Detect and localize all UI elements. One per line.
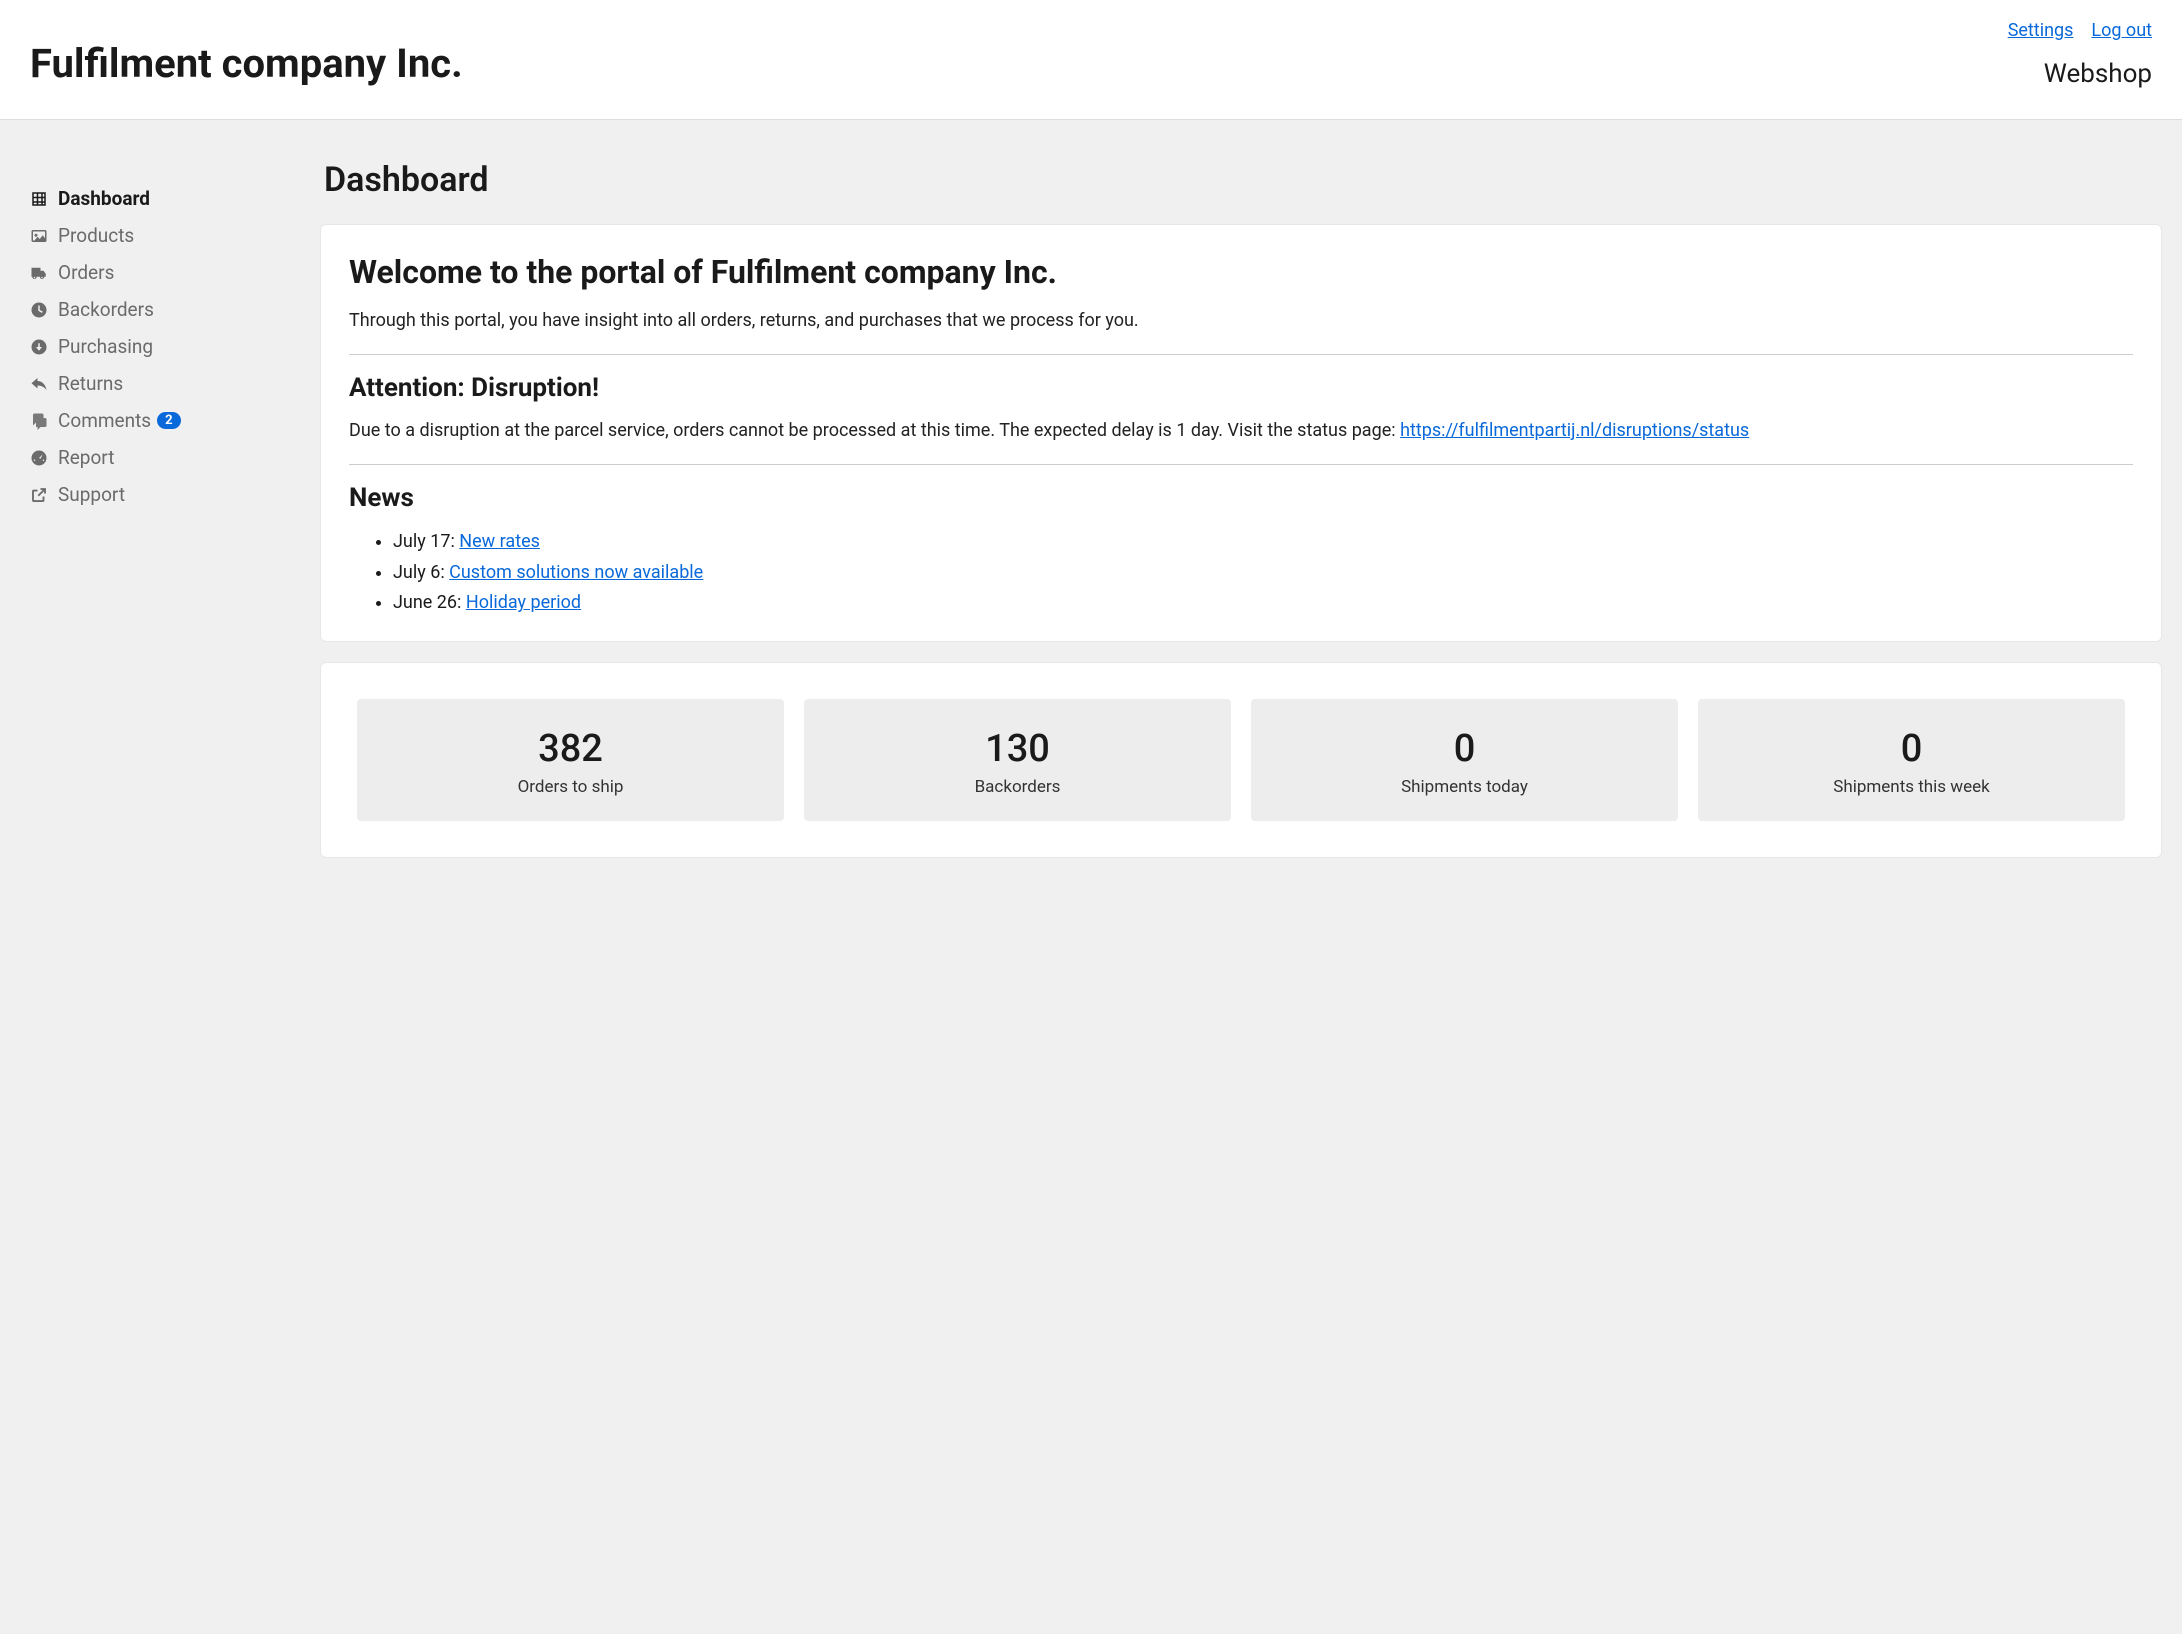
- news-heading: News: [349, 483, 2133, 513]
- sidebar-item-support[interactable]: Support: [28, 476, 300, 513]
- sidebar-item-backorders[interactable]: Backorders: [28, 291, 300, 328]
- external-link-icon: [28, 484, 50, 506]
- header-right: Settings Log out Webshop: [1994, 20, 2152, 89]
- sidebar-item-products[interactable]: Products: [28, 217, 300, 254]
- news-date: July 17: [393, 531, 450, 552]
- news-link[interactable]: Custom solutions now available: [449, 562, 703, 583]
- sidebar-item-returns[interactable]: Returns: [28, 365, 300, 402]
- stat-shipments-week[interactable]: 0 Shipments this week: [1698, 699, 2125, 821]
- comments-icon: [28, 410, 50, 432]
- truck-icon: [28, 262, 50, 284]
- sidebar-item-label: Returns: [58, 372, 123, 395]
- stat-label: Shipments today: [1261, 777, 1668, 797]
- logout-link[interactable]: Log out: [2091, 20, 2152, 41]
- sidebar-item-label: Products: [58, 224, 134, 247]
- sidebar-item-dashboard[interactable]: Dashboard: [28, 180, 300, 217]
- sidebar-item-label: Report: [58, 446, 114, 469]
- header-links: Settings Log out: [1994, 20, 2152, 41]
- stats-card: 382 Orders to ship 130 Backorders 0 Ship…: [320, 662, 2162, 858]
- sidebar-item-report[interactable]: Report: [28, 439, 300, 476]
- sidebar-item-label: Comments: [58, 409, 151, 432]
- grid-icon: [28, 188, 50, 210]
- sidebar-item-label: Purchasing: [58, 335, 153, 358]
- settings-link[interactable]: Settings: [2008, 20, 2074, 41]
- stat-shipments-today[interactable]: 0 Shipments today: [1251, 699, 1678, 821]
- news-link[interactable]: Holiday period: [466, 592, 581, 613]
- news-date: July 6: [393, 562, 440, 583]
- welcome-heading: Welcome to the portal of Fulfilment comp…: [349, 253, 2133, 291]
- sidebar-item-label: Backorders: [58, 298, 154, 321]
- sidebar-item-orders[interactable]: Orders: [28, 254, 300, 291]
- company-title: Fulfilment company Inc.: [30, 40, 463, 87]
- main-content: Dashboard Welcome to the portal of Fulfi…: [300, 120, 2182, 1624]
- reply-icon: [28, 373, 50, 395]
- gauge-icon: [28, 447, 50, 469]
- news-list: July 17: New rates July 6: Custom soluti…: [349, 527, 2133, 619]
- sidebar-item-label: Dashboard: [58, 187, 150, 210]
- stat-value: 130: [814, 727, 1221, 771]
- image-icon: [28, 225, 50, 247]
- sidebar: Dashboard Products Orders Backorders Pur: [0, 120, 300, 1624]
- alert-status-link[interactable]: https://fulfilmentpartij.nl/disruptions/…: [1400, 420, 1749, 441]
- comments-badge: 2: [157, 412, 180, 429]
- alert-body: Due to a disruption at the parcel servic…: [349, 417, 2133, 444]
- stat-value: 0: [1708, 727, 2115, 771]
- news-link[interactable]: New rates: [459, 531, 540, 552]
- header-left: Fulfilment company Inc.: [30, 20, 463, 87]
- alert-body-text: Due to a disruption at the parcel servic…: [349, 420, 1400, 441]
- welcome-body: Through this portal, you have insight in…: [349, 307, 2133, 334]
- news-date: June 26: [393, 592, 457, 613]
- page-title: Dashboard: [324, 160, 2162, 200]
- divider: [349, 464, 2133, 465]
- divider: [349, 354, 2133, 355]
- welcome-card: Welcome to the portal of Fulfilment comp…: [320, 224, 2162, 642]
- stat-value: 0: [1261, 727, 1668, 771]
- context-label: Webshop: [1994, 59, 2152, 89]
- sidebar-item-label: Orders: [58, 261, 114, 284]
- stat-label: Orders to ship: [367, 777, 774, 797]
- header: Fulfilment company Inc. Settings Log out…: [0, 0, 2182, 120]
- download-circle-icon: [28, 336, 50, 358]
- stat-value: 382: [367, 727, 774, 771]
- layout: Dashboard Products Orders Backorders Pur: [0, 120, 2182, 1624]
- stat-orders-to-ship[interactable]: 382 Orders to ship: [357, 699, 784, 821]
- sidebar-item-purchasing[interactable]: Purchasing: [28, 328, 300, 365]
- news-item: July 17: New rates: [393, 527, 2133, 558]
- news-item: July 6: Custom solutions now available: [393, 558, 2133, 589]
- stat-label: Shipments this week: [1708, 777, 2115, 797]
- news-item: June 26: Holiday period: [393, 588, 2133, 619]
- sidebar-item-comments[interactable]: Comments 2: [28, 402, 300, 439]
- stat-backorders[interactable]: 130 Backorders: [804, 699, 1231, 821]
- sidebar-item-label: Support: [58, 483, 125, 506]
- clock-icon: [28, 299, 50, 321]
- stat-label: Backorders: [814, 777, 1221, 797]
- alert-heading: Attention: Disruption!: [349, 373, 2133, 403]
